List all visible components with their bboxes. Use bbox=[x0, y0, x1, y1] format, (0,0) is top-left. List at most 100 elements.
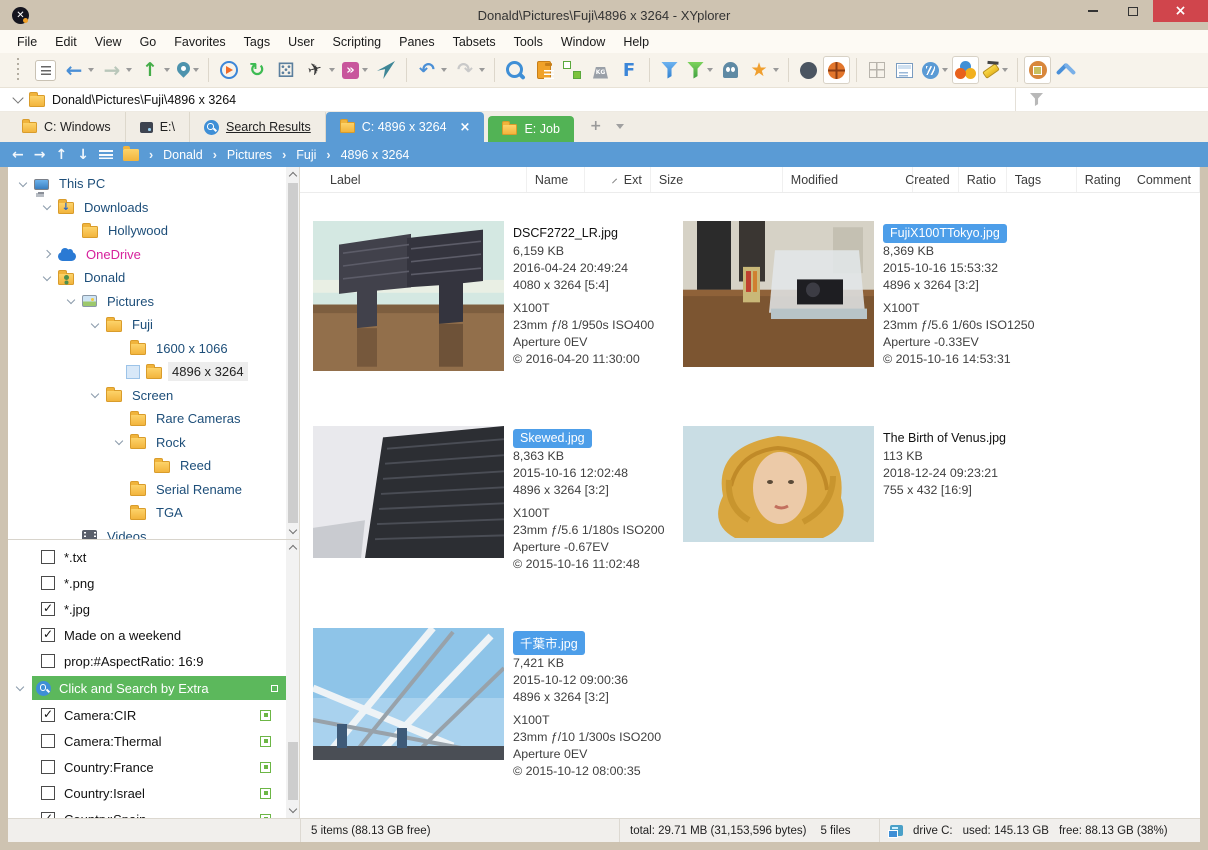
tab-e-drive[interactable]: E:\ bbox=[126, 112, 190, 142]
dropdown-arrow-icon[interactable] bbox=[164, 68, 170, 72]
file-name[interactable]: DSCF2722_LR.jpg bbox=[509, 224, 622, 243]
filter-item[interactable]: *.png bbox=[8, 570, 285, 596]
filter-label[interactable]: *.png bbox=[64, 576, 275, 591]
tree-item-label[interactable]: Screen bbox=[128, 386, 177, 405]
menu-item[interactable]: Tags bbox=[235, 32, 279, 52]
tree-item-label[interactable]: TGA bbox=[152, 503, 187, 522]
column-header[interactable]: Comment bbox=[1129, 167, 1200, 192]
tree-item[interactable]: OneDrive bbox=[8, 243, 285, 267]
tree-item-label[interactable]: Pictures bbox=[103, 292, 158, 311]
file-item[interactable]: The Birth of Venus.jpg 113 KB 2018-12-24… bbox=[683, 426, 1053, 542]
checkbox[interactable] bbox=[41, 628, 55, 642]
toolbar-button[interactable] bbox=[615, 56, 643, 84]
tree-item-label[interactable]: Hollywood bbox=[104, 221, 172, 240]
scrollbar-thumb[interactable] bbox=[288, 742, 298, 800]
toolbar-button[interactable] bbox=[1024, 56, 1051, 84]
menu-lines-icon[interactable] bbox=[99, 150, 113, 159]
toolbar-button[interactable] bbox=[717, 56, 744, 84]
tab-c-4896[interactable]: C: 4896 x 3264 × bbox=[326, 112, 485, 142]
filter-label[interactable]: *.jpg bbox=[64, 602, 275, 617]
tree-expander-icon[interactable] bbox=[114, 367, 124, 377]
forward-icon[interactable]: → bbox=[34, 147, 46, 163]
tree-item-label[interactable]: Videos bbox=[103, 527, 151, 540]
filter-scrollbar[interactable] bbox=[286, 540, 299, 818]
dropdown-arrow-icon[interactable] bbox=[942, 68, 948, 72]
extra-filter-item[interactable]: Camera:CIR bbox=[8, 702, 285, 728]
address-path[interactable]: Donald\Pictures\Fuji\4896 x 3264 bbox=[52, 93, 236, 107]
breadcrumb-segment[interactable]: 4896 x 3264 bbox=[326, 148, 409, 162]
breadcrumb-segment[interactable]: Fuji bbox=[282, 148, 316, 162]
file-item[interactable]: Skewed.jpg 8,363 KB 2015-10-16 12:02:48 … bbox=[313, 426, 683, 573]
tree-item-label[interactable]: Reed bbox=[176, 456, 215, 475]
address-field[interactable]: Donald\Pictures\Fuji\4896 x 3264 bbox=[0, 93, 1015, 107]
file-item[interactable]: FujiX100TTokyo.jpg 8,369 KB 2015-10-16 1… bbox=[683, 221, 1053, 368]
column-header[interactable]: Ext bbox=[585, 167, 651, 192]
extra-filter-item[interactable]: Camera:Thermal bbox=[8, 728, 285, 754]
toolbar-button[interactable] bbox=[501, 56, 529, 84]
tab-list-arrow-icon[interactable] bbox=[616, 124, 624, 129]
tree-item-label[interactable]: This PC bbox=[55, 174, 109, 193]
tree-item[interactable]: Reed bbox=[8, 454, 285, 478]
menu-item[interactable]: Edit bbox=[46, 32, 86, 52]
chevron-down-icon[interactable] bbox=[12, 92, 23, 103]
checkbox[interactable] bbox=[41, 550, 55, 564]
tree-item[interactable]: Donald bbox=[8, 266, 285, 290]
file-thumbnail[interactable] bbox=[683, 426, 874, 542]
column-header[interactable]: Name bbox=[527, 167, 585, 192]
dropdown-arrow-icon[interactable] bbox=[88, 68, 94, 72]
toolbar-button[interactable] bbox=[4, 56, 31, 84]
filter-label[interactable]: Made on a weekend bbox=[64, 628, 275, 643]
tree-expander-icon[interactable] bbox=[90, 390, 100, 400]
tab-e-job[interactable]: E: Job bbox=[488, 116, 573, 142]
checkbox[interactable] bbox=[41, 602, 55, 616]
file-name[interactable]: Skewed.jpg bbox=[513, 429, 592, 448]
toolbar-button[interactable] bbox=[823, 56, 850, 84]
filter-label[interactable]: Camera:CIR bbox=[64, 708, 251, 723]
toolbar-button[interactable] bbox=[656, 56, 683, 84]
tree-item-label[interactable]: Donald bbox=[80, 268, 129, 287]
tree-expander-icon[interactable] bbox=[114, 437, 124, 447]
tree-expander-icon[interactable] bbox=[66, 296, 76, 306]
file-thumbnail[interactable] bbox=[683, 221, 874, 367]
toolbar-button[interactable] bbox=[451, 56, 488, 84]
dropdown-arrow-icon[interactable] bbox=[362, 68, 368, 72]
header-box-icon[interactable] bbox=[271, 685, 278, 692]
new-tab-button[interactable]: + bbox=[590, 118, 602, 134]
column-header[interactable]: Ratio bbox=[959, 167, 1007, 192]
toolbar-button[interactable] bbox=[919, 56, 951, 84]
tree-item-label[interactable]: OneDrive bbox=[82, 245, 145, 264]
tab-label[interactable]: Search Results bbox=[226, 120, 311, 134]
toolbar-button[interactable] bbox=[980, 56, 1011, 84]
menu-item[interactable]: Help bbox=[614, 32, 658, 52]
toolbar-button[interactable] bbox=[891, 56, 918, 84]
dropdown-arrow-icon[interactable] bbox=[773, 68, 779, 72]
tree-item[interactable]: Fuji bbox=[8, 313, 285, 337]
filter-label[interactable]: Country:France bbox=[64, 760, 251, 775]
tree-expander-icon[interactable] bbox=[114, 414, 124, 424]
tree-expander-icon[interactable] bbox=[114, 343, 124, 353]
file-name[interactable]: FujiX100TTokyo.jpg bbox=[883, 224, 1007, 243]
toolbar-button[interactable] bbox=[795, 56, 822, 84]
tree-item[interactable]: Pictures bbox=[8, 290, 285, 314]
dropdown-arrow-icon[interactable] bbox=[329, 68, 335, 72]
tree-expander-icon[interactable] bbox=[66, 226, 76, 236]
dropdown-arrow-icon[interactable] bbox=[126, 68, 132, 72]
toolbar-button[interactable] bbox=[863, 56, 890, 84]
toolbar-button[interactable] bbox=[98, 56, 135, 84]
toolbar-button[interactable] bbox=[684, 56, 716, 84]
tree-item[interactable]: 4896 x 3264 bbox=[8, 360, 285, 384]
toolbar-button[interactable] bbox=[272, 56, 300, 84]
dropdown-arrow-icon[interactable] bbox=[441, 68, 447, 72]
dropdown-arrow-icon[interactable] bbox=[1002, 68, 1008, 72]
filter-label[interactable]: Camera:Thermal bbox=[64, 734, 251, 749]
search-header-label[interactable]: Click and Search by Extra bbox=[59, 681, 263, 696]
folder-icon[interactable] bbox=[123, 149, 139, 161]
dropdown-arrow-icon[interactable] bbox=[479, 68, 485, 72]
tree-expander-icon[interactable] bbox=[114, 484, 124, 494]
scrollbar-thumb[interactable] bbox=[288, 183, 298, 523]
breadcrumb-segment[interactable]: Pictures bbox=[213, 148, 272, 162]
extra-filter-item[interactable]: Country:Spain bbox=[8, 806, 285, 818]
menu-item[interactable]: Window bbox=[552, 32, 614, 52]
checkbox[interactable] bbox=[41, 734, 55, 748]
toolbar-button[interactable] bbox=[339, 56, 371, 84]
